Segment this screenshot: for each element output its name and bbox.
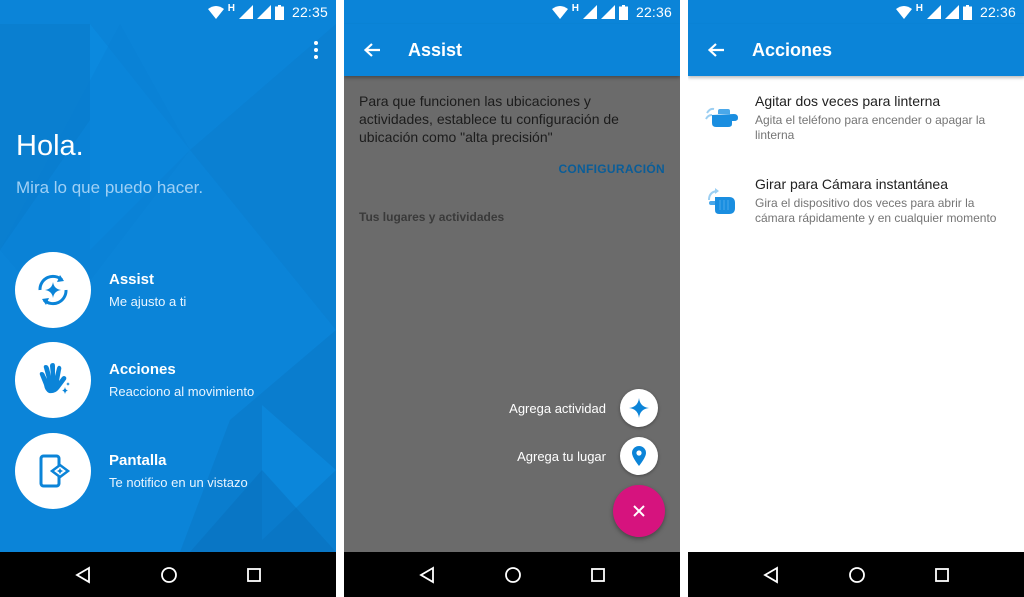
- action-item-camera[interactable]: Girar para Cámara instantánea Gira el di…: [688, 176, 1024, 226]
- feature-title: Pantalla: [109, 452, 167, 469]
- home-nav-icon[interactable]: [160, 566, 178, 584]
- home-screen: H 22:35 Hola. Mira lo que puedo hacer. A…: [0, 0, 336, 597]
- network-type-label: H: [227, 2, 235, 14]
- action-title: Girar para Cámara instantánea: [755, 176, 948, 192]
- back-nav-icon[interactable]: [74, 565, 92, 584]
- close-icon: [633, 505, 645, 517]
- signal-icon: [600, 5, 615, 19]
- feature-assist[interactable]: Assist Me ajusto a ti: [15, 252, 325, 328]
- page-title: Acciones: [752, 39, 833, 60]
- app-bar: Acciones: [688, 24, 1024, 76]
- location-pin-icon: [632, 446, 646, 466]
- feature-pantalla[interactable]: Pantalla Te notifico en un vistazo: [15, 433, 325, 509]
- recents-nav-icon[interactable]: [246, 567, 262, 583]
- clock: 22:36: [635, 4, 672, 20]
- phone-display-icon: [39, 454, 71, 488]
- app-bar: Assist: [344, 24, 680, 76]
- hand-wave-icon: [39, 363, 70, 394]
- page-title: Assist: [408, 39, 463, 60]
- feature-subtitle: Te notifico en un vistazo: [109, 475, 248, 490]
- mini-fab[interactable]: [620, 437, 658, 475]
- back-nav-icon[interactable]: [762, 565, 780, 584]
- wifi-icon: [207, 5, 224, 19]
- signal-icon: [944, 5, 959, 19]
- close-fab-button[interactable]: [613, 485, 665, 537]
- add-place-button[interactable]: Agrega tu lugar: [517, 437, 658, 475]
- navigation-bar: [688, 552, 1024, 597]
- battery-icon: [962, 4, 972, 20]
- assist-screen: H 22:36 Assist Para que funcionen las ub…: [344, 0, 680, 597]
- wifi-icon: [551, 5, 568, 19]
- section-header: Tus lugares y actividades: [359, 210, 505, 224]
- clock: 22:35: [291, 4, 328, 20]
- signal-icon: [926, 5, 941, 19]
- more-vert-icon: [314, 41, 318, 45]
- status-bar: H 22:36: [344, 0, 680, 24]
- feature-icon-circle: [15, 433, 91, 509]
- back-nav-icon[interactable]: [418, 565, 436, 584]
- action-description: Agita el teléfono para encender o apagar…: [755, 113, 986, 142]
- navigation-bar: [344, 552, 680, 597]
- feature-title: Acciones: [109, 361, 176, 378]
- add-activity-button[interactable]: Agrega actividad: [509, 389, 658, 427]
- fab-label: Agrega actividad: [509, 400, 606, 416]
- battery-icon: [274, 4, 284, 20]
- feature-subtitle: Me ajusto a ti: [109, 294, 187, 309]
- actions-screen: H 22:36 Acciones Agitar dos veces para l…: [688, 0, 1024, 597]
- sparkle-icon: [629, 398, 649, 418]
- battery-icon: [618, 4, 628, 20]
- navigation-bar: [0, 552, 336, 597]
- signal-icon: [582, 5, 597, 19]
- greeting-subtitle: Mira lo que puedo hacer.: [16, 178, 204, 197]
- feature-title: Assist: [109, 271, 155, 288]
- home-nav-icon[interactable]: [504, 566, 522, 584]
- recents-nav-icon[interactable]: [934, 567, 950, 583]
- wifi-icon: [895, 5, 912, 19]
- twist-hand-icon: [707, 188, 735, 214]
- shake-hand-icon: [704, 107, 738, 127]
- signal-icon: [238, 5, 253, 19]
- home-nav-icon[interactable]: [848, 566, 866, 584]
- location-notice: Para que funcionen las ubicaciones y act…: [359, 93, 619, 145]
- assist-icon: [38, 274, 68, 306]
- network-type-label: H: [571, 2, 579, 14]
- feature-icon-circle: [15, 252, 91, 328]
- overflow-menu-button[interactable]: [308, 38, 324, 62]
- action-item-flashlight[interactable]: Agitar dos veces para linterna Agita el …: [688, 93, 1024, 143]
- back-arrow-icon[interactable]: [704, 38, 728, 62]
- settings-button[interactable]: CONFIGURACIÓN: [558, 162, 665, 176]
- back-arrow-icon[interactable]: [360, 38, 384, 62]
- status-bar: H 22:36: [688, 0, 1024, 24]
- greeting-title: Hola.: [16, 130, 84, 162]
- network-type-label: H: [915, 2, 923, 14]
- signal-icon: [256, 5, 271, 19]
- clock: 22:36: [979, 4, 1016, 20]
- action-title: Agitar dos veces para linterna: [755, 93, 941, 109]
- status-bar: H 22:35: [0, 0, 336, 24]
- feature-acciones[interactable]: Acciones Reacciono al movimiento: [15, 342, 325, 418]
- fab-label: Agrega tu lugar: [517, 448, 606, 464]
- mini-fab[interactable]: [620, 389, 658, 427]
- action-description: Gira el dispositivo dos veces para abrir…: [755, 196, 997, 225]
- feature-icon-circle: [15, 342, 91, 418]
- recents-nav-icon[interactable]: [590, 567, 606, 583]
- feature-subtitle: Reacciono al movimiento: [109, 384, 255, 399]
